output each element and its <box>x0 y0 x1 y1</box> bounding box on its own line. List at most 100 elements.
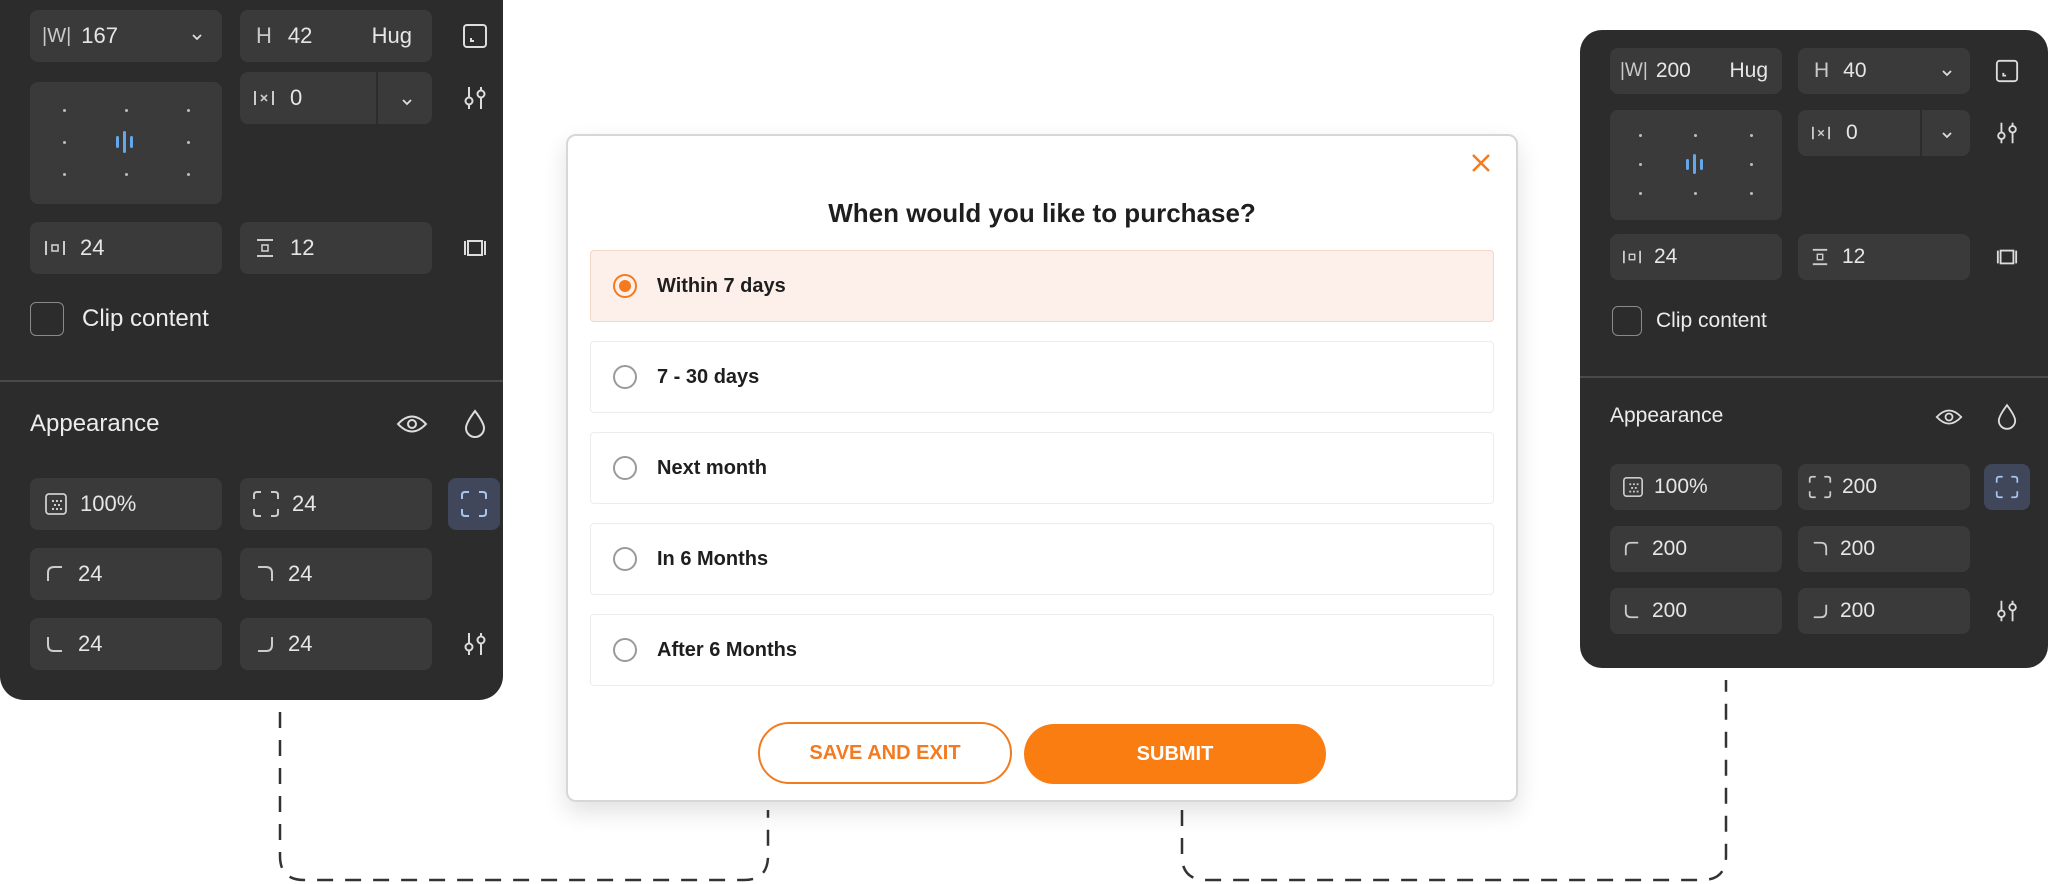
padding-horizontal-field[interactable]: 24 <box>30 222 222 274</box>
sliders-icon[interactable] <box>1992 114 2022 152</box>
corner-radius-icon <box>252 490 280 518</box>
padding-vertical-value: 12 <box>1842 245 1866 268</box>
radio[interactable] <box>613 365 637 389</box>
section-divider <box>0 380 503 382</box>
gap-field[interactable]: 0 <box>240 72 432 124</box>
corner-top-right-icon <box>1812 541 1828 557</box>
radius-top-left-field[interactable]: 200 <box>1610 526 1782 572</box>
option-next-month[interactable]: Next month <box>590 432 1494 504</box>
gap-value: 0 <box>1846 121 1858 144</box>
appearance-title: Appearance <box>30 410 160 437</box>
sliders-icon[interactable] <box>460 78 490 118</box>
drop-icon[interactable] <box>460 404 490 444</box>
independent-corners-button[interactable] <box>448 478 500 530</box>
corner-radius-value: 24 <box>292 491 317 516</box>
radio[interactable] <box>613 547 637 571</box>
sliders-icon[interactable] <box>460 624 490 664</box>
radius-bottom-left-value: 200 <box>1652 599 1688 622</box>
corner-top-left-icon <box>1624 541 1640 557</box>
eye-icon[interactable] <box>1932 400 1966 434</box>
width-mode[interactable]: Hug <box>1729 59 1768 83</box>
opacity-value: 100% <box>1654 475 1708 498</box>
corner-radius-field[interactable]: 24 <box>240 478 432 530</box>
corner-radius-field[interactable]: 200 <box>1798 464 1970 510</box>
radius-top-right-value: 24 <box>288 561 313 586</box>
radius-bottom-left-value: 24 <box>78 631 103 656</box>
individual-padding-icon[interactable] <box>460 228 490 268</box>
clip-content-label: Clip content <box>1656 309 1767 332</box>
clip-content-checkbox[interactable] <box>1612 306 1642 336</box>
radius-bottom-left-field[interactable]: 200 <box>1610 588 1782 634</box>
option-after-6-months[interactable]: After 6 Months <box>590 614 1494 686</box>
width-value: 167 <box>81 23 118 48</box>
height-field[interactable]: H 42 Hug <box>240 10 432 62</box>
appearance-title: Appearance <box>1610 404 1724 427</box>
chevron-down-icon[interactable] <box>1940 124 1954 148</box>
gap-icon <box>252 88 276 108</box>
corner-bottom-right-icon <box>256 635 274 653</box>
chevron-down-icon[interactable] <box>1940 62 1954 86</box>
opacity-field[interactable]: 100% <box>1610 464 1782 510</box>
height-field[interactable]: H 40 <box>1798 48 1970 94</box>
section-divider <box>1580 376 2048 378</box>
width-field[interactable]: |W| 200 Hug <box>1610 48 1782 94</box>
alignment-grid[interactable] <box>30 82 222 204</box>
save-and-exit-button[interactable]: SAVE AND EXIT <box>758 722 1012 784</box>
gap-field[interactable]: 0 <box>1798 110 1970 156</box>
padding-horizontal-field[interactable]: 24 <box>1610 234 1782 280</box>
radius-bottom-right-field[interactable]: 24 <box>240 618 432 670</box>
corner-top-right-icon <box>256 565 274 583</box>
radius-top-left-field[interactable]: 24 <box>30 548 222 600</box>
radio[interactable] <box>613 456 637 480</box>
option-label: 7 - 30 days <box>657 365 760 388</box>
padding-vertical-field[interactable]: 12 <box>1798 234 1970 280</box>
radius-bottom-right-field[interactable]: 200 <box>1798 588 1970 634</box>
option-label: In 6 Months <box>657 547 769 570</box>
individual-padding-icon[interactable] <box>1992 238 2022 276</box>
option-label: After 6 Months <box>657 638 797 661</box>
corner-radius-icon <box>1808 475 1832 499</box>
resize-icon[interactable] <box>460 16 490 56</box>
independent-corners-button[interactable] <box>1984 464 2030 510</box>
width-field[interactable]: |W| 167 <box>30 10 222 62</box>
padding-horizontal-icon <box>1622 248 1642 266</box>
width-prefix: |W| <box>1620 60 1648 81</box>
width-value: 200 <box>1655 59 1691 82</box>
padding-vertical-field[interactable]: 12 <box>240 222 432 274</box>
clip-content-label: Clip content <box>82 305 209 332</box>
height-value: 40 <box>1843 59 1867 82</box>
radio[interactable] <box>613 638 637 662</box>
radius-top-left-value: 200 <box>1652 537 1688 560</box>
option-in-6-months[interactable]: In 6 Months <box>590 523 1494 595</box>
option-7-30-days[interactable]: 7 - 30 days <box>590 341 1494 413</box>
left-properties-panel: |W| 167 H 42 Hug 0 24 12 Clip content Ap… <box>0 0 503 700</box>
purchase-timeline-modal: When would you like to purchase? Within … <box>566 134 1518 802</box>
close-icon[interactable] <box>1466 148 1496 178</box>
chevron-down-icon[interactable] <box>400 89 414 115</box>
radius-top-right-field[interactable]: 24 <box>240 548 432 600</box>
opacity-value: 100% <box>80 491 137 516</box>
sliders-icon[interactable] <box>1992 592 2022 630</box>
height-value: 42 <box>287 23 313 48</box>
alignment-grid[interactable] <box>1610 110 1782 220</box>
radius-top-right-value: 200 <box>1840 537 1876 560</box>
drop-icon[interactable] <box>1992 398 2022 436</box>
corner-top-left-icon <box>46 565 64 583</box>
radius-top-right-field[interactable]: 200 <box>1798 526 1970 572</box>
eye-icon[interactable] <box>394 406 430 442</box>
radio-selected[interactable] <box>613 274 637 298</box>
chevron-down-icon[interactable] <box>190 24 204 50</box>
radius-bottom-left-field[interactable]: 24 <box>30 618 222 670</box>
corner-bottom-left-icon <box>1624 603 1640 619</box>
gap-value: 0 <box>290 85 303 110</box>
alignment-center-icon <box>114 130 135 154</box>
padding-horizontal-value: 24 <box>1654 245 1678 268</box>
submit-button[interactable]: SUBMIT <box>1024 724 1326 784</box>
height-mode[interactable]: Hug <box>372 23 412 49</box>
resize-icon[interactable] <box>1992 52 2022 90</box>
option-within-7-days[interactable]: Within 7 days <box>590 250 1494 322</box>
radius-bottom-right-value: 200 <box>1840 599 1876 622</box>
opacity-icon <box>1622 476 1644 498</box>
clip-content-checkbox[interactable] <box>30 302 64 336</box>
opacity-field[interactable]: 100% <box>30 478 222 530</box>
